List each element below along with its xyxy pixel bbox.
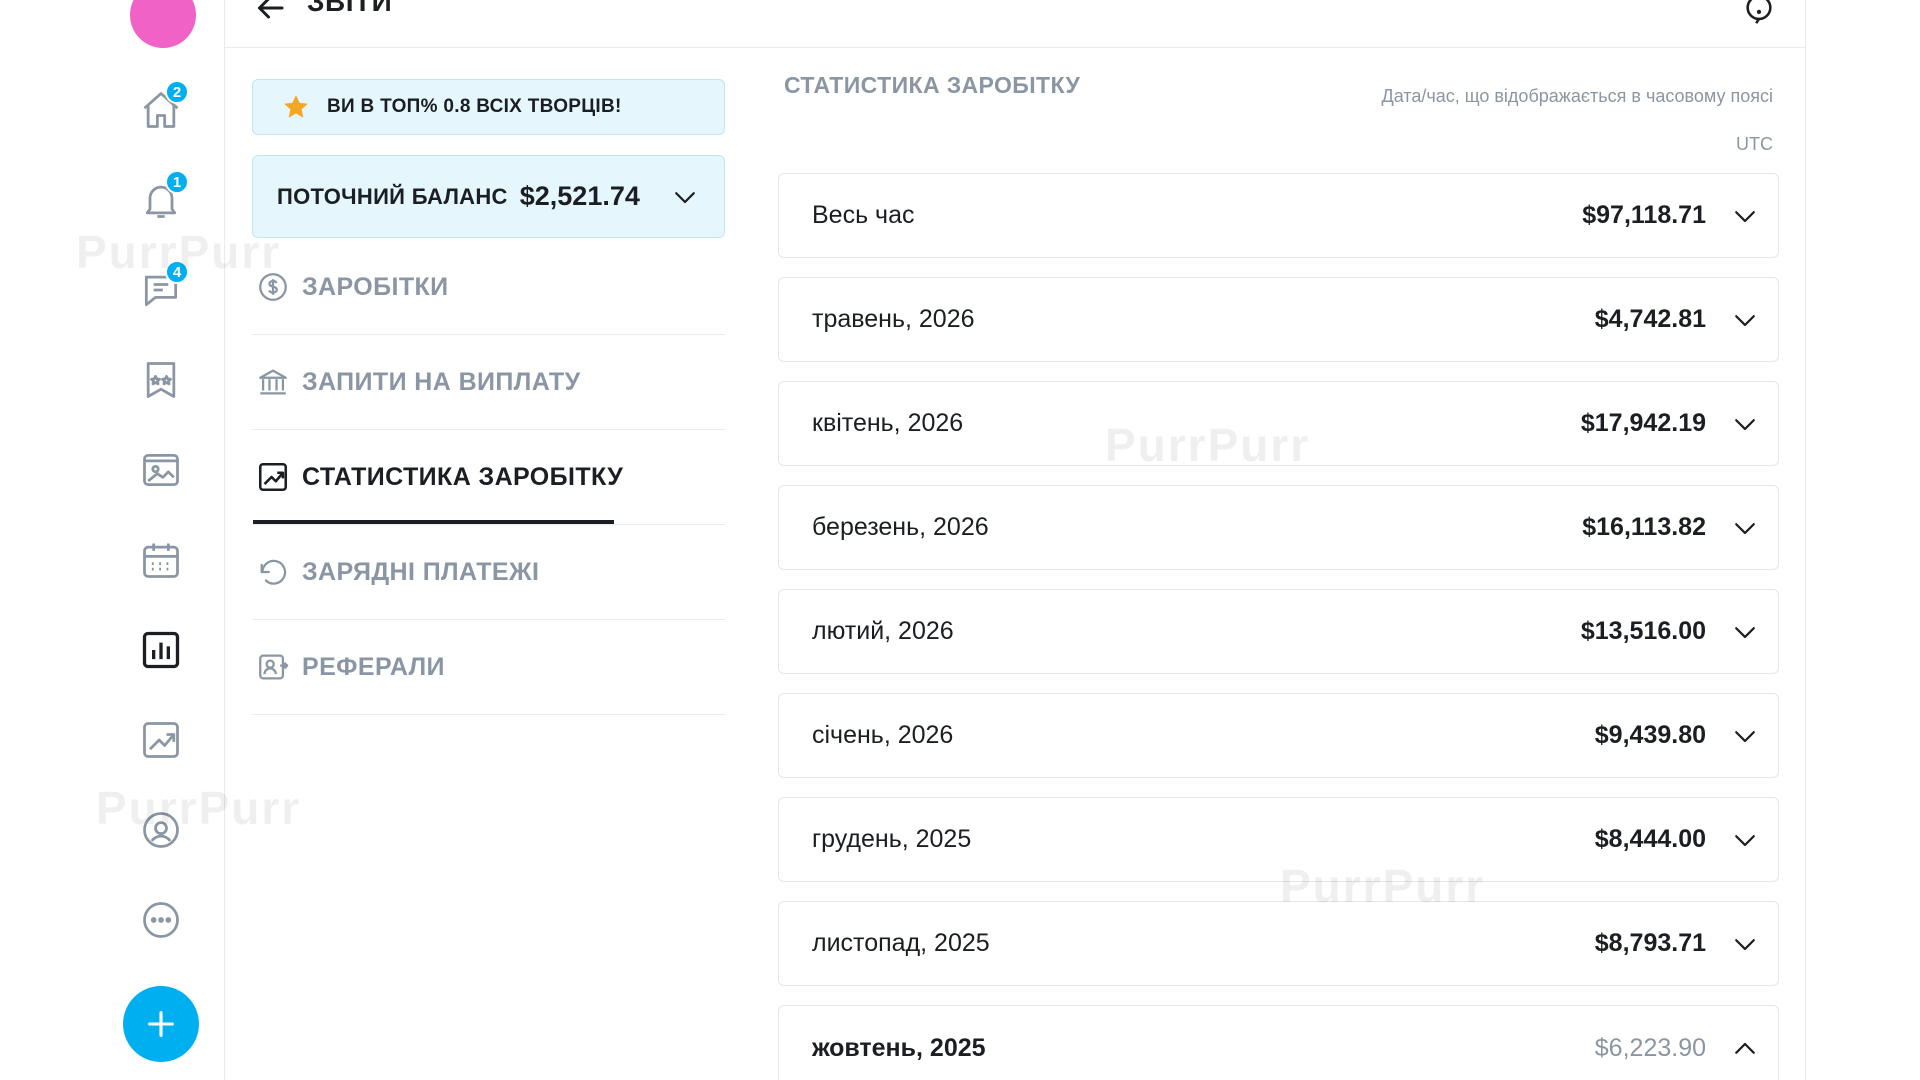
menu-item-payout-requests[interactable]: ЗАПИТИ НА ВИПЛАТУ <box>252 335 725 430</box>
section-title: СТАТИСТИКА ЗАРОБІТКУ <box>784 72 1081 98</box>
stat-row-value: $16,113.82 <box>1582 513 1706 541</box>
messages-badge: 4 <box>165 260 189 284</box>
stat-row[interactable]: березень, 2026 $16,113.82 <box>778 485 1779 570</box>
stat-row-value: $4,742.81 <box>1594 305 1706 333</box>
stat-row[interactable]: квітень, 2026 $17,942.19 <box>778 381 1779 466</box>
arrow-left-icon <box>258 0 284 19</box>
rail-divider <box>224 0 225 1080</box>
chart-trend-icon <box>258 462 288 492</box>
stat-row-value: $8,444.00 <box>1594 825 1706 853</box>
collections-icon[interactable] <box>137 356 185 404</box>
header-divider <box>225 47 1806 48</box>
menu-label-earnings: ЗАРОБІТКИ <box>302 272 449 301</box>
notifications-badge: 1 <box>165 170 189 194</box>
referral-icon <box>259 654 289 680</box>
home-badge: 2 <box>165 80 189 104</box>
stat-row[interactable]: лютий, 2026 $13,516.00 <box>778 589 1779 674</box>
more-icon[interactable] <box>137 896 185 944</box>
add-post-button[interactable] <box>123 986 199 1062</box>
bell-icon[interactable]: 1 <box>137 170 189 224</box>
stat-row-label: лютий, 2026 <box>812 617 954 645</box>
stat-row-value: $13,516.00 <box>1580 617 1706 645</box>
stat-row-label: квітень, 2026 <box>812 409 964 437</box>
stat-row-label: березень, 2026 <box>812 513 989 541</box>
avatar[interactable] <box>130 0 196 48</box>
stat-row[interactable]: листопад, 2025 $8,793.71 <box>778 901 1779 986</box>
stat-row-expanded[interactable]: жовтень, 2025 $6,223.90 <box>778 1005 1779 1080</box>
stat-row-value: $8,793.71 <box>1594 929 1706 957</box>
stat-row-value: $6,223.90 <box>1594 1034 1706 1062</box>
help-icon <box>1746 0 1772 24</box>
chevron-down-icon <box>1735 210 1755 222</box>
stat-row-value: $17,942.19 <box>1580 409 1706 437</box>
home-icon[interactable]: 2 <box>137 80 189 134</box>
messages-icon[interactable]: 4 <box>137 260 189 314</box>
plus-icon <box>148 1011 174 1037</box>
chevron-down-icon <box>1735 314 1755 326</box>
stat-row-value: $97,118.71 <box>1582 201 1706 229</box>
stat-row-label: листопад, 2025 <box>812 929 990 957</box>
menu-item-referrals[interactable]: РЕФЕРАЛИ <box>252 620 725 715</box>
timezone-note-text: Дата/час, що відображається в часовому п… <box>1381 86 1774 106</box>
star-icon <box>284 95 308 118</box>
stat-row-label: Весь час <box>812 201 915 229</box>
menu-label-earnings-statistics: СТАТИСТИКА ЗАРОБІТКУ <box>302 462 624 491</box>
menu-item-chargebacks[interactable]: ЗАРЯДНІ ПЛАТЕЖІ <box>252 525 725 620</box>
stat-row-label: травень, 2026 <box>812 305 975 333</box>
menu-label-referrals: РЕФЕРАЛИ <box>302 652 445 681</box>
undo-icon <box>260 559 287 585</box>
chevron-down-icon <box>1735 834 1755 846</box>
stat-row[interactable]: грудень, 2025 $8,444.00 <box>778 797 1779 882</box>
timezone-value: UTC <box>1736 134 1773 154</box>
chevron-down-icon <box>675 191 695 203</box>
balance-label: ПОТОЧНИЙ БАЛАНС <box>277 183 508 209</box>
top-creator-text: ВИ В ТОП% 0.8 ВСІХ ТВОРЦІВ! <box>327 96 622 117</box>
chevron-down-icon <box>1735 938 1755 950</box>
active-tab-indicator <box>253 520 614 524</box>
chevron-down-icon <box>1735 626 1755 638</box>
left-rail: 2 1 4 <box>0 0 225 1080</box>
back-button[interactable] <box>252 0 288 26</box>
dollar-circle-icon <box>259 273 287 301</box>
calendar-icon[interactable] <box>137 536 185 584</box>
vault-icon[interactable] <box>137 446 185 494</box>
page-title: ЗВІТИ <box>307 0 393 17</box>
statistics-icon[interactable] <box>137 626 185 674</box>
stat-row[interactable]: травень, 2026 $4,742.81 <box>778 277 1779 362</box>
analytics-icon[interactable] <box>137 716 185 764</box>
chevron-up-icon <box>1735 1042 1755 1054</box>
stat-row[interactable]: Весь час $97,118.71 <box>778 173 1779 258</box>
profile-icon[interactable] <box>137 806 185 854</box>
stat-row-value: $9,439.80 <box>1594 721 1706 749</box>
chevron-down-icon <box>1735 730 1755 742</box>
menu-item-earnings[interactable]: ЗАРОБІТКИ <box>252 240 725 335</box>
help-button[interactable] <box>1742 0 1776 26</box>
bank-icon <box>259 369 287 395</box>
top-creator-banner: ВИ В ТОП% 0.8 ВСІХ ТВОРЦІВ! <box>252 79 725 135</box>
menu-item-earnings-statistics[interactable]: СТАТИСТИКА ЗАРОБІТКУ <box>252 430 725 525</box>
menu-label-payout-requests: ЗАПИТИ НА ВИПЛАТУ <box>302 367 581 396</box>
stat-row[interactable]: січень, 2026 $9,439.80 <box>778 693 1779 778</box>
menu-label-chargebacks: ЗАРЯДНІ ПЛАТЕЖІ <box>302 557 540 586</box>
content-right-border <box>1805 0 1806 1080</box>
chevron-down-icon <box>1735 522 1755 534</box>
stat-row-label: грудень, 2025 <box>812 825 972 853</box>
balance-value: $2,521.74 <box>519 181 640 211</box>
timezone-note: Дата/час, що відображається в часовому п… <box>1280 72 1774 168</box>
current-balance-dropdown[interactable]: ПОТОЧНИЙ БАЛАНС $2,521.74 <box>252 155 725 238</box>
chevron-down-icon <box>1735 418 1755 430</box>
stat-row-label: січень, 2026 <box>812 721 954 749</box>
stat-row-label: жовтень, 2025 <box>812 1034 986 1062</box>
